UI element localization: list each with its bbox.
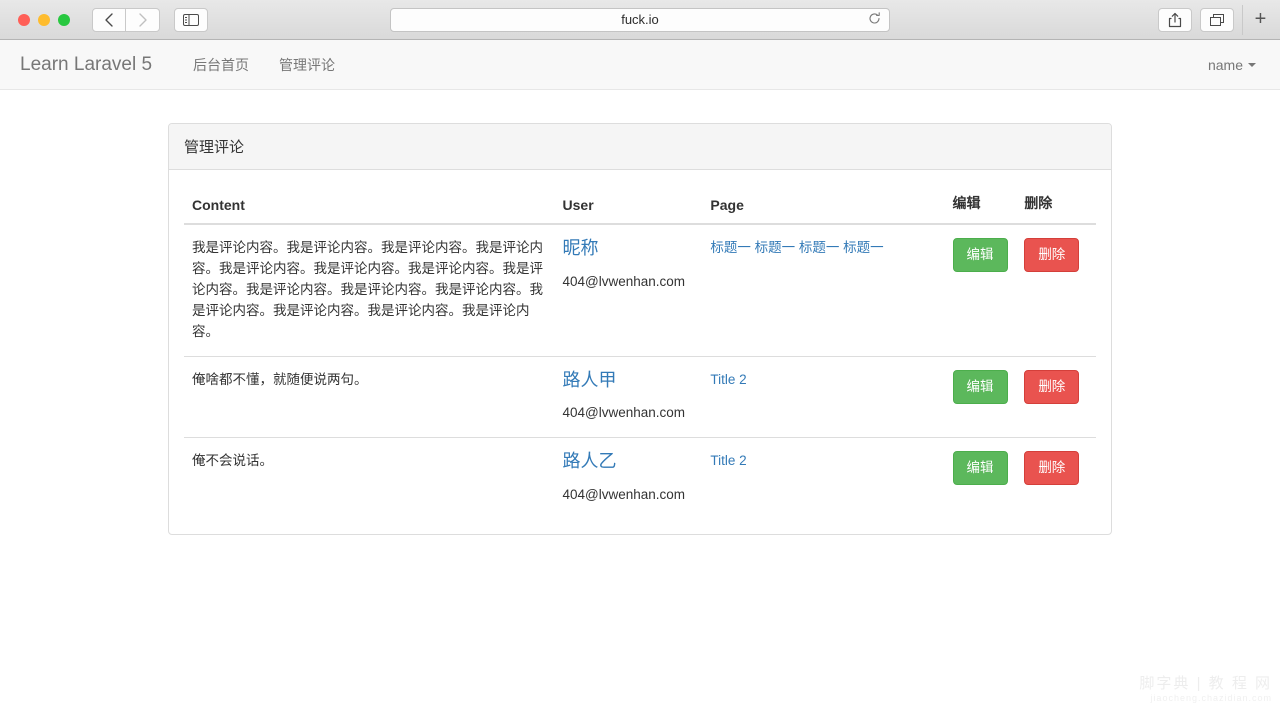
forward-button[interactable] xyxy=(126,8,160,32)
table-body: 我是评论内容。我是评论内容。我是评论内容。我是评论内容。我是评论内容。我是评论内… xyxy=(184,224,1096,519)
reload-icon[interactable] xyxy=(868,12,881,27)
cell-page: Title 2 xyxy=(702,438,944,519)
column-header-delete: 删除 xyxy=(1016,185,1096,224)
cell-delete: 删除 xyxy=(1016,224,1096,356)
user-name-link[interactable]: 路人乙 xyxy=(563,451,695,473)
url-text: fuck.io xyxy=(621,12,659,27)
chevron-left-icon xyxy=(104,13,114,27)
cell-page: Title 2 xyxy=(702,356,944,438)
window-controls xyxy=(18,14,70,26)
delete-button[interactable]: 删除 xyxy=(1024,370,1079,404)
cell-user: 昵称 404@lvwenhan.com xyxy=(555,224,703,356)
edit-button[interactable]: 编辑 xyxy=(953,370,1008,404)
table-row: 俺不会说话。 路人乙 404@lvwenhan.com Title 2 编辑 xyxy=(184,438,1096,519)
user-menu-dropdown[interactable]: name xyxy=(1208,57,1256,73)
delete-button[interactable]: 删除 xyxy=(1024,451,1079,485)
cell-edit: 编辑 xyxy=(945,438,1017,519)
user-email: 404@lvwenhan.com xyxy=(563,405,686,420)
panel-heading: 管理评论 xyxy=(169,124,1111,170)
watermark-url: jiaocheng.chazidian.com xyxy=(1139,693,1272,703)
cell-content: 俺啥都不懂，就随便说两句。 xyxy=(184,356,555,438)
page-body: 管理评论 Content User Page 编辑 删除 我是评论内容。我是评论… xyxy=(0,90,1280,535)
table-row: 我是评论内容。我是评论内容。我是评论内容。我是评论内容。我是评论内容。我是评论内… xyxy=(184,224,1096,356)
table-row: 俺啥都不懂，就随便说两句。 路人甲 404@lvwenhan.com Title… xyxy=(184,356,1096,438)
user-name-link[interactable]: 昵称 xyxy=(563,238,695,260)
column-header-user: User xyxy=(555,185,703,224)
cell-content: 俺不会说话。 xyxy=(184,438,555,519)
panel-body: Content User Page 编辑 删除 我是评论内容。我是评论内容。我是… xyxy=(169,170,1111,534)
watermark: 脚字典 | 教 程 网 jiaocheng.chazidian.com xyxy=(1139,672,1272,703)
minimize-window-button[interactable] xyxy=(38,14,50,26)
close-window-button[interactable] xyxy=(18,14,30,26)
navbar-brand[interactable]: Learn Laravel 5 xyxy=(20,54,152,76)
sidebar-icon xyxy=(183,14,199,26)
page-title-link[interactable]: Title 2 xyxy=(710,453,746,468)
tabs-icon xyxy=(1209,13,1225,27)
cell-edit: 编辑 xyxy=(945,356,1017,438)
nav-link-manage-comments[interactable]: 管理评论 xyxy=(264,55,350,75)
new-tab-button[interactable]: + xyxy=(1242,5,1272,35)
table-header: Content User Page 编辑 删除 xyxy=(184,185,1096,224)
cell-edit: 编辑 xyxy=(945,224,1017,356)
user-name-link[interactable]: 路人甲 xyxy=(563,370,695,392)
cell-content: 我是评论内容。我是评论内容。我是评论内容。我是评论内容。我是评论内容。我是评论内… xyxy=(184,224,555,356)
comments-panel: 管理评论 Content User Page 编辑 删除 我是评论内容。我是评论… xyxy=(168,123,1112,535)
watermark-title: 脚字典 | 教 程 网 xyxy=(1139,672,1272,693)
column-header-edit: 编辑 xyxy=(945,185,1017,224)
table-header-row: Content User Page 编辑 删除 xyxy=(184,185,1096,224)
browser-toolbar-right: + xyxy=(1158,5,1272,35)
edit-button[interactable]: 编辑 xyxy=(953,451,1008,485)
cell-user: 路人甲 404@lvwenhan.com xyxy=(555,356,703,438)
page-title-link[interactable]: 标题一 标题一 标题一 标题一 xyxy=(710,240,883,255)
chevron-down-icon xyxy=(1248,63,1256,67)
browser-chrome: fuck.io + xyxy=(0,0,1280,40)
chevron-right-icon xyxy=(138,13,148,27)
nav-link-dashboard[interactable]: 后台首页 xyxy=(178,55,264,75)
address-bar[interactable]: fuck.io xyxy=(390,8,890,32)
cell-delete: 删除 xyxy=(1016,438,1096,519)
column-header-content: Content xyxy=(184,185,555,224)
share-icon xyxy=(1168,12,1182,28)
edit-button[interactable]: 编辑 xyxy=(953,238,1008,272)
back-button[interactable] xyxy=(92,8,126,32)
navigation-buttons xyxy=(92,8,160,32)
column-header-page: Page xyxy=(702,185,944,224)
cell-user: 路人乙 404@lvwenhan.com xyxy=(555,438,703,519)
delete-button[interactable]: 删除 xyxy=(1024,238,1079,272)
user-email: 404@lvwenhan.com xyxy=(563,487,686,502)
site-navbar: Learn Laravel 5 后台首页 管理评论 name xyxy=(0,40,1280,90)
share-button[interactable] xyxy=(1158,8,1192,32)
comments-table: Content User Page 编辑 删除 我是评论内容。我是评论内容。我是… xyxy=(184,185,1096,519)
user-menu-label: name xyxy=(1208,57,1243,73)
page-title-link[interactable]: Title 2 xyxy=(710,372,746,387)
cell-page: 标题一 标题一 标题一 标题一 xyxy=(702,224,944,356)
reload-glyph xyxy=(868,12,881,25)
maximize-window-button[interactable] xyxy=(58,14,70,26)
user-email: 404@lvwenhan.com xyxy=(563,274,686,289)
sidebar-toggle-button[interactable] xyxy=(174,8,208,32)
show-tabs-button[interactable] xyxy=(1200,8,1234,32)
cell-delete: 删除 xyxy=(1016,356,1096,438)
